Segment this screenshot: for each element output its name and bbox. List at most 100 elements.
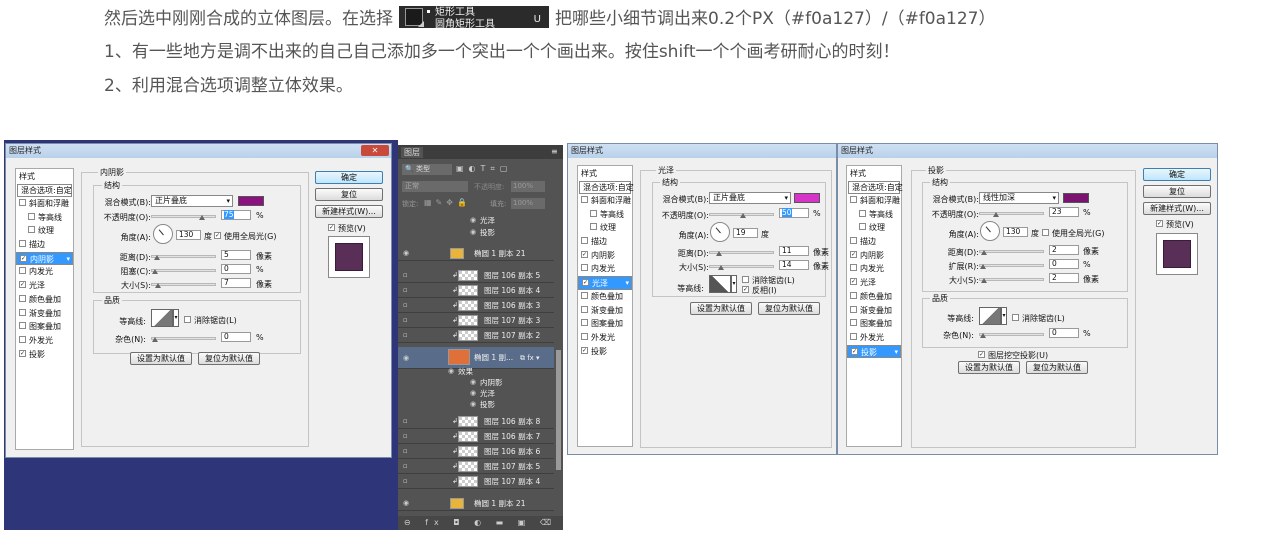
style-item-pattern-overlay[interactable]: 图案叠加 [578, 317, 632, 331]
eye-icon[interactable]: ▫ [403, 429, 413, 444]
style-item-satin[interactable]: ✓ 光泽 [847, 276, 901, 290]
anti-alias-checkbox[interactable]: 消除锯齿(L) [1012, 313, 1065, 324]
eye-icon[interactable]: ▫ [403, 298, 413, 313]
style-item-color-overlay[interactable]: 颜色叠加 [16, 293, 73, 307]
style-item-satin[interactable]: ✓ 光泽 [16, 279, 73, 293]
layer-row[interactable]: ▫ ↲ 图层 107 副本 4 [398, 474, 554, 489]
knockout-checkbox[interactable]: ✓ 图层挖空投影(U) [978, 350, 1048, 361]
angle-input[interactable]: 130 [176, 230, 201, 240]
reset-default-button[interactable]: 复位为默认值 [1026, 361, 1088, 374]
layer-opacity-input[interactable]: 100% [511, 181, 545, 192]
size-slider[interactable] [151, 283, 216, 288]
style-item-outer-glow[interactable]: 外发光 [847, 331, 901, 345]
style-item-inner-glow[interactable]: 内发光 [16, 265, 73, 279]
eye-icon[interactable]: ◉ [403, 246, 413, 261]
style-item-stroke[interactable]: 描边 [578, 235, 632, 249]
contour-dropdown-icon[interactable]: ▾ [1001, 307, 1007, 325]
style-item-bevel[interactable]: 斜面和浮雕 [16, 197, 73, 211]
global-light-checkbox[interactable]: 使用全局光(G) [1042, 228, 1104, 239]
effect-visibility-icon[interactable]: ◉ [470, 399, 480, 410]
style-item-gradient-overlay[interactable]: 渐变叠加 [16, 307, 73, 321]
satin-color-swatch[interactable] [794, 193, 820, 203]
eye-icon[interactable]: ▫ [403, 474, 413, 489]
lock-icons[interactable]: ▦✎✥🔒 [424, 198, 471, 207]
eye-icon[interactable]: ▫ [403, 313, 413, 328]
layer-row[interactable]: ▫ ↲ 图层 106 副本 7 [398, 429, 554, 444]
layer-row[interactable]: ▫ ↲ 图层 106 副本 8 [398, 414, 554, 429]
effect-visibility-icon[interactable]: ◉ [448, 366, 458, 377]
style-item-texture[interactable]: 纹理 [16, 224, 73, 238]
angle-input[interactable]: 130 [1003, 227, 1028, 237]
angle-input[interactable]: 19 [733, 228, 758, 238]
ok-button[interactable]: 确定 [1143, 168, 1211, 181]
effect-visibility-icon[interactable]: ◉ [470, 388, 480, 399]
anti-alias-checkbox[interactable]: 消除锯齿(L) [184, 315, 237, 326]
style-item-pattern-overlay[interactable]: 图案叠加 [847, 317, 901, 331]
effect-visibility-icon[interactable]: ◉ [470, 227, 480, 238]
reset-button[interactable]: 复位 [1143, 185, 1211, 198]
style-item-inner-shadow[interactable]: ✓ 内阴影 [16, 251, 73, 266]
layer-row[interactable]: ◉ 内阴影 [398, 377, 554, 388]
eye-icon[interactable]: ▫ [403, 328, 413, 343]
size-slider[interactable] [979, 278, 1044, 283]
angle-dial[interactable] [710, 222, 730, 242]
style-item-color-overlay[interactable]: 颜色叠加 [578, 290, 632, 304]
size-slider[interactable] [709, 265, 774, 270]
style-item-drop-shadow[interactable]: ✓ 投影 [847, 344, 901, 359]
style-item-texture[interactable]: 纹理 [578, 221, 632, 235]
style-item-drop-shadow[interactable]: ✓ 投影 [16, 348, 73, 362]
opacity-input[interactable]: 75 [221, 210, 251, 220]
distance-input[interactable]: 2 [1049, 245, 1079, 255]
global-light-checkbox[interactable]: ✓ 使用全局光(G) [214, 231, 276, 242]
eye-icon[interactable]: ▫ [403, 268, 413, 283]
noise-input[interactable]: 0 [1049, 328, 1079, 338]
style-item-contour[interactable]: 等高线 [847, 208, 901, 222]
distance-input[interactable]: 5 [221, 250, 251, 260]
size-input[interactable]: 7 [221, 278, 251, 288]
blend-options-item[interactable]: 混合选项:自定 [848, 181, 903, 194]
new-style-button[interactable]: 新建样式(W)... [315, 205, 383, 218]
layer-row[interactable]: ▫ ↲ 图层 107 副本 2 [398, 328, 554, 343]
reset-button[interactable]: 复位 [315, 188, 383, 201]
distance-slider[interactable] [151, 255, 216, 260]
opacity-slider[interactable] [979, 212, 1044, 217]
distance-slider[interactable] [709, 251, 774, 256]
layer-row[interactable]: ◉ 椭圆 1 副本 21 [398, 496, 554, 511]
opacity-input[interactable]: 50 [779, 208, 809, 218]
layer-row[interactable]: ◉ 效果 [398, 366, 554, 377]
layer-row[interactable]: ◉ 椭圆 1 副本 21 [398, 246, 554, 261]
layer-row[interactable]: ▫ ↲ 图层 107 副本 3 [398, 313, 554, 328]
effect-visibility-icon[interactable]: ◉ [470, 377, 480, 388]
eye-icon[interactable]: ▫ [403, 444, 413, 459]
blend-mode-select[interactable]: 正常 [402, 181, 468, 192]
contour-picker[interactable] [709, 275, 731, 293]
style-item-color-overlay[interactable]: 颜色叠加 [847, 290, 901, 304]
style-item-stroke[interactable]: 描边 [847, 235, 901, 249]
blend-options-item[interactable]: 混合选项:自定 [17, 184, 72, 197]
style-item-inner-glow[interactable]: 内发光 [578, 262, 632, 276]
contour-dropdown-icon[interactable]: ▾ [731, 275, 737, 293]
eye-icon[interactable]: ▫ [403, 283, 413, 298]
size-input[interactable]: 2 [1049, 273, 1079, 283]
layer-filter-select[interactable]: 🔍 类型 [402, 164, 452, 175]
style-item-drop-shadow[interactable]: ✓ 投影 [578, 345, 632, 359]
style-item-inner-glow[interactable]: 内发光 [847, 262, 901, 276]
opacity-input[interactable]: 23 [1049, 207, 1079, 217]
distance-input[interactable]: 11 [779, 246, 809, 256]
fill-input[interactable]: 100% [511, 198, 545, 209]
layer-row[interactable]: ◉ 光泽 [398, 388, 554, 399]
opacity-slider[interactable] [151, 215, 216, 220]
make-default-button[interactable]: 设置为默认值 [958, 361, 1020, 374]
invert-checkbox[interactable]: ✓ 反相(I) [742, 285, 777, 296]
blend-mode-select[interactable]: 正片叠底 [709, 192, 791, 204]
style-item-gradient-overlay[interactable]: 渐变叠加 [847, 304, 901, 318]
layer-row[interactable]: ◉ 投影 [398, 399, 554, 410]
blend-mode-select[interactable]: 线性加深 [979, 192, 1059, 204]
choke-input[interactable]: 0 [221, 264, 251, 274]
layer-row[interactable]: ▫ ↲ 图层 106 副本 6 [398, 444, 554, 459]
shadow-color-swatch[interactable] [1063, 193, 1089, 203]
new-style-button[interactable]: 新建样式(W)... [1143, 202, 1211, 215]
style-item-contour[interactable]: 等高线 [578, 208, 632, 222]
layer-row[interactable]: ▫ ↲ 图层 106 副本 5 [398, 268, 554, 283]
style-item-outer-glow[interactable]: 外发光 [16, 334, 73, 348]
